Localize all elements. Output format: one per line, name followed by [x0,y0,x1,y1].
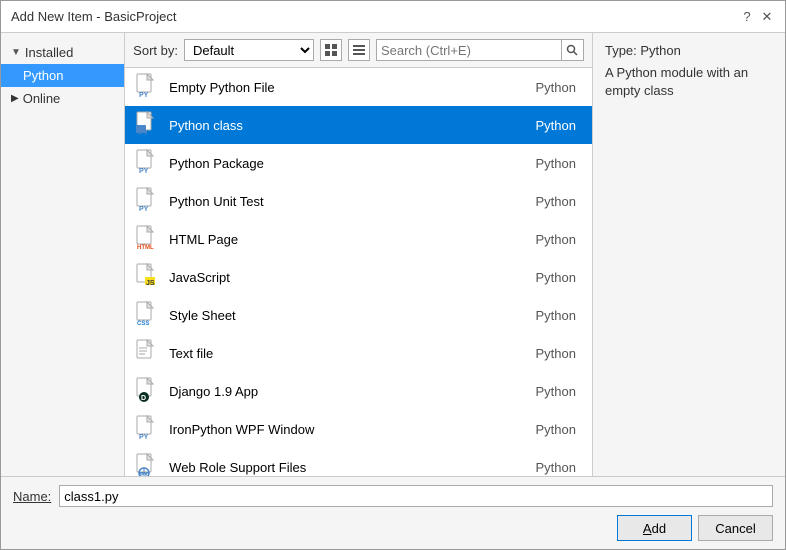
type-value: Python [640,43,680,58]
cancel-button[interactable]: Cancel [698,515,773,541]
left-panel: ▼ Installed Python ▶ Online [1,33,125,476]
list-item[interactable]: Text file Python [125,334,592,372]
item-icon: CSS [133,301,161,329]
installed-label: Installed [25,45,73,60]
item-category: Python [535,460,575,475]
item-category: Python [535,80,575,95]
sort-label: Sort by: [133,43,178,58]
list-item[interactable]: D Django 1.9 App Python [125,372,592,410]
item-name: Text file [169,346,527,361]
search-box [376,39,584,61]
item-category: Python [535,194,575,209]
item-list: PY Empty Python File Python PY Python cla… [125,68,592,476]
grid-icon [324,43,338,57]
item-icon: PY [133,149,161,177]
list-view-button[interactable] [348,39,370,61]
item-name: Empty Python File [169,80,527,95]
online-label: Online [23,91,61,106]
item-category: Python [535,308,575,323]
item-name: Web Role Support Files [169,460,527,475]
add-button-rest: dd [652,521,666,536]
item-name: Django 1.9 App [169,384,527,399]
type-label-text: Type: [605,43,637,58]
item-name: IronPython WPF Window [169,422,527,437]
name-label: Name: [13,489,51,504]
item-icon: PY [133,415,161,443]
item-category: Python [535,118,575,133]
list-item[interactable]: CSS Style Sheet Python [125,296,592,334]
type-row: Type: Python [605,43,773,58]
type-description: A Python module with an empty class [605,64,773,100]
name-row: Name: [13,485,773,507]
item-name: Python Unit Test [169,194,527,209]
main-content: ▼ Installed Python ▶ Online Sort by: Def… [1,33,785,476]
item-name: Python Package [169,156,527,171]
right-panel: Type: Python A Python module with an emp… [593,33,785,476]
online-section[interactable]: ▶ Online [1,87,124,110]
toolbar: Sort by: Default [125,33,592,68]
button-row: Add Cancel [13,515,773,541]
search-icon [566,44,578,56]
help-button[interactable]: ? [739,9,755,25]
item-icon [133,339,161,367]
add-button-label: A [643,521,652,536]
search-input[interactable] [377,40,561,60]
item-icon: PY [133,187,161,215]
close-button[interactable]: ✕ [759,9,775,25]
svg-text:D: D [141,395,146,402]
item-category: Python [535,422,575,437]
center-panel: Sort by: Default [125,33,593,476]
item-icon: D [133,377,161,405]
grid-view-button[interactable] [320,39,342,61]
item-icon: PY [133,111,161,139]
item-icon: PY [133,73,161,101]
title-bar-controls: ? ✕ [739,9,775,25]
title-bar: Add New Item - BasicProject ? ✕ [1,1,785,33]
svg-text:CSS: CSS [137,321,149,327]
item-category: Python [535,232,575,247]
window-title: Add New Item - BasicProject [11,9,176,24]
svg-text:PY: PY [139,434,149,441]
list-item[interactable]: PY IronPython WPF Window Python [125,410,592,448]
svg-text:HTML: HTML [137,245,154,251]
item-category: Python [535,156,575,171]
online-arrow: ▶ [11,93,19,104]
item-icon: PY [133,453,161,476]
item-name: Style Sheet [169,308,527,323]
item-category: Python [535,384,575,399]
search-button[interactable] [561,40,583,60]
list-item[interactable]: PY Web Role Support Files Python [125,448,592,476]
item-name: Python class [169,118,527,133]
list-item[interactable]: PY Python Package Python [125,144,592,182]
svg-text:PY: PY [139,92,149,99]
add-button[interactable]: Add [617,515,692,541]
item-category: Python [535,270,575,285]
list-item[interactable]: JS JavaScript Python [125,258,592,296]
installed-arrow: ▼ [11,47,21,58]
list-item[interactable]: HTML HTML Page Python [125,220,592,258]
item-name: JavaScript [169,270,527,285]
list-item[interactable]: PY Python Unit Test Python [125,182,592,220]
item-icon: HTML [133,225,161,253]
svg-text:PY: PY [139,168,149,175]
installed-section[interactable]: ▼ Installed [1,41,124,64]
bottom-bar: Name: Add Cancel [1,476,785,549]
item-name: HTML Page [169,232,527,247]
python-category-item[interactable]: Python [1,64,124,87]
svg-text:PY: PY [139,130,149,137]
name-input[interactable] [59,485,773,507]
item-icon: JS [133,263,161,291]
svg-text:JS: JS [146,280,155,287]
list-item[interactable]: PY Empty Python File Python [125,68,592,106]
item-category: Python [535,346,575,361]
sort-select[interactable]: Default [184,39,314,61]
svg-text:PY: PY [139,206,149,213]
list-item[interactable]: PY Python class Python [125,106,592,144]
dialog: Add New Item - BasicProject ? ✕ ▼ Instal… [0,0,786,550]
list-icon [352,43,366,57]
